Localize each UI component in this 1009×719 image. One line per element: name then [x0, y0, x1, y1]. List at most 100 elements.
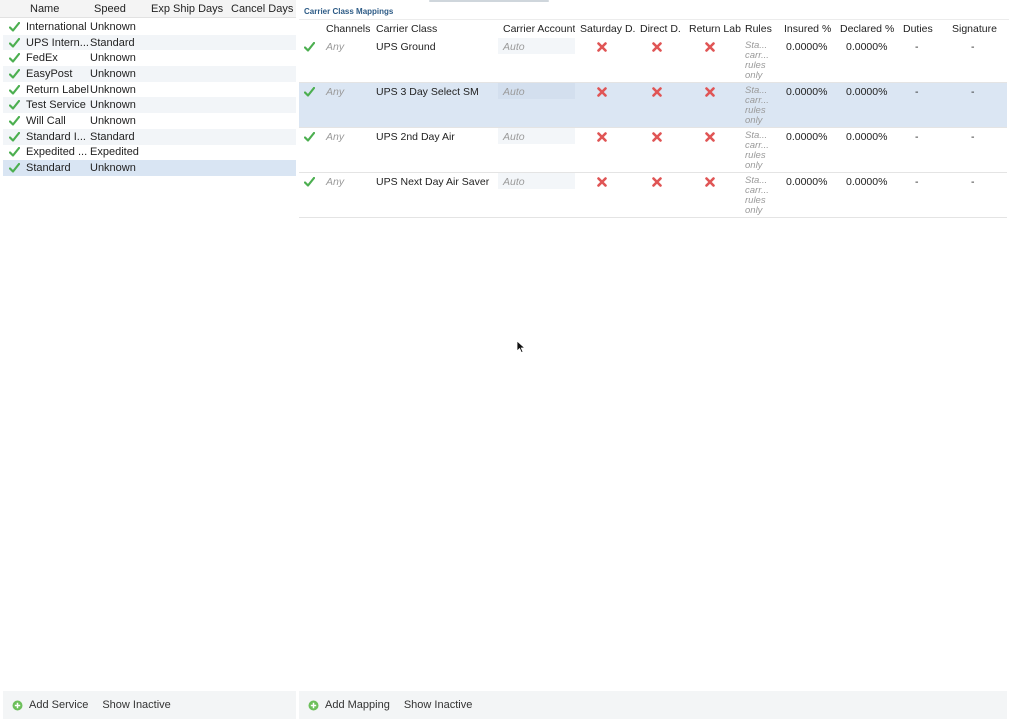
column-duties[interactable]: Duties: [903, 23, 933, 35]
service-name: International: [26, 20, 87, 33]
signature-value: -: [971, 131, 975, 143]
check-icon: [9, 21, 20, 32]
channels-value: Any: [326, 41, 345, 53]
carrier-account-value: Auto: [503, 41, 525, 53]
column-return-label[interactable]: Return Labe: [689, 23, 741, 35]
table-row[interactable]: Any UPS Next Day Air Saver Auto Sta... ca…: [299, 173, 1007, 218]
declared-value: 0.0000%: [846, 176, 888, 188]
column-name[interactable]: Name: [30, 3, 59, 15]
panel-grip: [429, 0, 549, 2]
rules-value: Sta... carr... rules only: [745, 40, 769, 81]
check-icon: [9, 115, 20, 126]
check-icon: [9, 53, 20, 63]
carrier-class-value: UPS 2nd Day Air: [376, 131, 455, 143]
check-icon: [303, 176, 316, 190]
table-row[interactable]: Standard I... Standard: [3, 128, 296, 145]
column-insured[interactable]: Insured %: [784, 23, 831, 35]
rules-value: Sta... carr... rules only: [745, 175, 769, 216]
add-mapping-button[interactable]: Add Mapping: [308, 699, 390, 711]
column-speed[interactable]: Speed: [94, 3, 126, 15]
insured-value: 0.0000%: [786, 86, 828, 98]
check-icon: [303, 86, 316, 100]
show-inactive-mappings-link[interactable]: Show Inactive: [404, 699, 472, 711]
signature-value: -: [971, 41, 975, 53]
duties-value: -: [915, 41, 919, 53]
mappings-title: Carrier Class Mappings: [299, 3, 1009, 20]
service-name: EasyPost: [26, 67, 73, 80]
services-list: International Unknown UPS Intern... Standa…: [3, 19, 296, 176]
carrier-account-value: Auto: [503, 86, 525, 98]
column-rules[interactable]: Rules: [745, 23, 772, 35]
carrier-account-value: Auto: [503, 176, 525, 188]
services-footer: Add Service Show Inactive: [3, 691, 296, 719]
service-name: Standard I...: [26, 130, 86, 143]
carrier-account-value: Auto: [503, 131, 525, 143]
signature-value: -: [971, 86, 975, 98]
table-row-selected[interactable]: Standard Unknown: [3, 160, 296, 176]
duties-value: -: [915, 176, 919, 188]
carrier-class-value: UPS Next Day Air Saver: [376, 176, 490, 188]
x-icon: [705, 87, 715, 100]
rules-value: Sta... carr... rules only: [745, 130, 769, 171]
table-row[interactable]: Any UPS Ground Auto Sta... carr... rules on…: [299, 38, 1007, 83]
add-service-button[interactable]: Add Service: [12, 699, 88, 711]
x-icon: [705, 177, 715, 190]
channels-value: Any: [326, 86, 345, 98]
x-icon: [705, 42, 715, 55]
table-row[interactable]: Return Label Unknown: [3, 82, 296, 98]
column-declared[interactable]: Declared %: [840, 23, 894, 35]
check-icon: [9, 84, 20, 95]
mappings-panel: Carrier Class Mappings Channels Carrier …: [299, 0, 1009, 719]
column-signature[interactable]: Signature: [952, 23, 997, 35]
x-icon: [597, 42, 607, 55]
duties-value: -: [915, 86, 919, 98]
carrier-class-value: UPS 3 Day Select SM: [376, 86, 479, 98]
signature-value: -: [971, 176, 975, 188]
service-speed: Unknown: [90, 99, 136, 112]
channels-value: Any: [326, 131, 345, 143]
insured-value: 0.0000%: [786, 176, 828, 188]
column-carrier-account[interactable]: Carrier Account: [503, 23, 575, 35]
table-row[interactable]: FedEx Unknown: [3, 50, 296, 66]
declared-value: 0.0000%: [846, 131, 888, 143]
service-speed: Standard: [90, 36, 135, 49]
table-row-selected[interactable]: Any UPS 3 Day Select SM Auto Sta... carr.…: [299, 83, 1007, 128]
carrier-class-value: UPS Ground: [376, 41, 436, 53]
show-inactive-services-link[interactable]: Show Inactive: [102, 699, 170, 711]
add-service-label: Add Service: [29, 699, 89, 711]
add-mapping-label: Add Mapping: [325, 699, 390, 711]
plus-circle-icon: [308, 700, 319, 711]
service-name: FedEx: [26, 52, 58, 65]
x-icon: [652, 42, 662, 55]
column-cancel-days[interactable]: Cancel Days: [231, 3, 293, 15]
service-speed: Unknown: [90, 162, 136, 175]
table-row[interactable]: EasyPost Unknown: [3, 66, 296, 82]
column-channels[interactable]: Channels: [326, 23, 370, 35]
service-name: Expedited ...: [26, 146, 88, 159]
table-row[interactable]: Expedited ... Expedited: [3, 145, 296, 161]
service-speed: Unknown: [90, 52, 136, 65]
column-direct-delivery[interactable]: Direct D.: [640, 23, 681, 35]
service-name: Test Service: [26, 99, 86, 112]
table-row[interactable]: Will Call Unknown: [3, 113, 296, 129]
x-icon: [652, 177, 662, 190]
table-row[interactable]: International Unknown: [3, 19, 296, 35]
channels-value: Any: [326, 176, 345, 188]
service-speed: Unknown: [90, 83, 136, 96]
services-header: Name Speed Exp Ship Days Cancel Days: [0, 0, 296, 18]
insured-value: 0.0000%: [786, 131, 828, 143]
insured-value: 0.0000%: [786, 41, 828, 53]
check-icon: [9, 100, 20, 110]
column-carrier-class[interactable]: Carrier Class: [376, 23, 437, 35]
column-exp-ship-days[interactable]: Exp Ship Days: [151, 3, 223, 15]
declared-value: 0.0000%: [846, 86, 888, 98]
service-name: UPS Intern...: [26, 36, 89, 49]
column-saturday-delivery[interactable]: Saturday D.: [580, 23, 635, 35]
check-icon: [303, 41, 316, 55]
table-row[interactable]: Test Service Unknown: [3, 97, 296, 114]
table-row[interactable]: UPS Intern... Standard: [3, 34, 296, 51]
table-row[interactable]: Any UPS 2nd Day Air Auto Sta... carr... ru…: [299, 128, 1007, 173]
mappings-footer: Add Mapping Show Inactive: [299, 691, 1007, 719]
x-icon: [597, 177, 607, 190]
x-icon: [705, 132, 715, 145]
